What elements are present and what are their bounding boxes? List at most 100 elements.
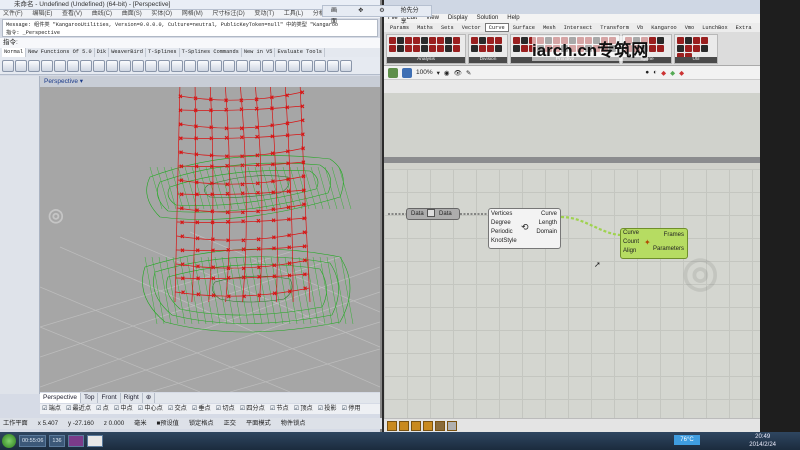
preview-shaded-icon[interactable]: ◆ — [661, 69, 666, 77]
gh-tab-transform[interactable]: Transform — [596, 23, 633, 32]
palette-component-icon[interactable] — [701, 45, 708, 52]
gh-tab-intersect[interactable]: Intersect — [560, 23, 597, 32]
help-icon[interactable] — [340, 59, 352, 72]
palette-component-icon[interactable] — [429, 45, 436, 52]
input-curve[interactable]: Curve — [623, 229, 639, 238]
menu-transform[interactable]: 变动(T) — [254, 11, 274, 17]
palette-component-icon[interactable] — [437, 45, 444, 52]
palette-component-icon[interactable] — [421, 37, 428, 44]
start-button-icon[interactable] — [2, 434, 16, 448]
osnap-knot[interactable]: 节点 — [270, 404, 288, 414]
tab-weaverbird[interactable]: WeaverBird — [109, 48, 146, 57]
new-icon[interactable] — [2, 59, 14, 72]
palette-component-icon[interactable] — [693, 37, 700, 44]
document-preview-icon[interactable]: ◆ — [679, 69, 684, 77]
tab-new-in-v5[interactable]: New in V5 — [242, 48, 276, 57]
material-icon[interactable] — [301, 59, 313, 72]
cplane-icon[interactable] — [236, 59, 248, 72]
palette-component-icon[interactable] — [405, 37, 412, 44]
recorder-gear-icon[interactable]: ⚙ — [371, 6, 392, 16]
output-parameters[interactable]: Parameters — [653, 245, 684, 254]
menu-file[interactable]: 文件(F) — [3, 11, 23, 17]
gh-tab-curve[interactable]: Curve — [484, 23, 509, 32]
control-polygon-component[interactable]: Vertices Degree Periodic KnotStyle ⟲ Cur… — [488, 208, 561, 249]
grasshopper-canvas[interactable]: Data Data Vertices Degree Periodic KnotS… — [384, 93, 760, 432]
menu-curve[interactable]: 曲线(C) — [92, 11, 112, 17]
output-curve[interactable]: Curve — [536, 210, 557, 219]
palette-component-icon[interactable] — [521, 45, 528, 52]
osnap-perpendicular[interactable]: 垂点 — [192, 404, 210, 414]
palette-component-icon[interactable] — [649, 45, 656, 52]
zoom-window-icon[interactable] — [171, 59, 183, 72]
status-planar[interactable]: 平面模式 — [246, 418, 271, 429]
osnap-vertex[interactable]: 顶点 — [294, 404, 312, 414]
sketch-icon[interactable]: ✎ — [466, 69, 471, 77]
menu-surface[interactable]: 曲面(S) — [122, 11, 142, 17]
palette-icons[interactable] — [469, 35, 507, 54]
system-clock[interactable]: 20:49 2014/2/24 — [749, 432, 776, 450]
print-icon[interactable] — [41, 59, 53, 72]
palette-icons[interactable] — [387, 35, 465, 54]
undo-icon[interactable] — [106, 59, 118, 72]
menu-edit[interactable]: 编辑(E) — [32, 11, 52, 17]
gh-tab-extra[interactable]: Extra — [732, 23, 756, 32]
input-periodic[interactable]: Periodic — [491, 228, 517, 237]
zoom-dropdown-icon[interactable]: ▾ — [437, 69, 440, 77]
menu-solid[interactable]: 实体(O) — [151, 11, 172, 17]
output-domain[interactable]: Domain — [536, 228, 557, 237]
menu-view[interactable]: 查看(V) — [62, 11, 82, 17]
osnap-point[interactable]: 点 — [96, 404, 109, 414]
tab-tsplines[interactable]: T-Splines — [146, 48, 180, 57]
osnap-center[interactable]: 中心点 — [138, 404, 163, 414]
osnap-mid[interactable]: 中点 — [114, 404, 132, 414]
palette-component-icon[interactable] — [445, 37, 452, 44]
palette-component-icon[interactable] — [521, 37, 528, 44]
4view-icon[interactable] — [210, 59, 222, 72]
viewport-menu-arrow-icon[interactable]: ▾ — [80, 78, 83, 85]
osnap-intersection[interactable]: 交点 — [168, 404, 186, 414]
recorder-move-icon[interactable]: ✥ — [350, 6, 371, 16]
palette-component-icon[interactable] — [429, 37, 436, 44]
gh-tab-vmo[interactable]: Vmo — [681, 23, 699, 32]
taskbar-timer[interactable]: 00:55:06 — [19, 435, 47, 447]
menu-dimension[interactable]: 尺寸标注(D) — [212, 11, 244, 17]
palette-component-icon[interactable] — [513, 37, 520, 44]
properties-icon[interactable] — [262, 59, 274, 72]
gh-menu-solution[interactable]: Solution — [477, 14, 499, 23]
rotate-icon[interactable] — [145, 59, 157, 72]
palette-component-icon[interactable] — [479, 45, 486, 52]
gh-tab-surface[interactable]: Surface — [509, 23, 539, 32]
open-icon[interactable] — [15, 59, 27, 72]
tab-dik[interactable]: Dik — [95, 48, 110, 57]
recorder-label[interactable]: 画面 — [323, 6, 350, 25]
palette-component-icon[interactable] — [421, 45, 428, 52]
light-icon[interactable] — [288, 59, 300, 72]
palette-component-icon[interactable] — [453, 45, 460, 52]
viewport-tab-right[interactable]: Right — [121, 393, 143, 403]
zoom-selected-icon[interactable] — [197, 59, 209, 72]
palette-component-icon[interactable] — [397, 45, 404, 52]
osnap-quad[interactable]: 四分点 — [240, 404, 265, 414]
eye-icon[interactable]: 👁 — [454, 69, 462, 77]
save-icon[interactable] — [28, 59, 40, 72]
curve-frames-component[interactable]: Curve Count Align ✦ Frames Parameters — [620, 228, 688, 259]
bottom-tool-icon[interactable] — [447, 420, 457, 431]
palette-component-icon[interactable] — [413, 37, 420, 44]
palette-component-icon[interactable] — [693, 45, 700, 52]
input-degree[interactable]: Degree — [491, 219, 517, 228]
perspective-viewport[interactable]: × × × × × × × × × × × × × × × × × × × × × × × × × × × × × × × × × × × × × × × ×… — [40, 87, 380, 392]
palette-component-icon[interactable] — [471, 45, 478, 52]
palette-component-icon[interactable] — [701, 37, 708, 44]
palette-component-icon[interactable] — [513, 45, 520, 52]
menu-mesh[interactable]: 网格(M) — [182, 11, 203, 17]
status-ortho[interactable]: 正交 — [224, 418, 236, 429]
palette-component-icon[interactable] — [685, 45, 692, 52]
tab-normal[interactable]: Normal — [2, 48, 27, 57]
bottom-tool-icon[interactable] — [387, 420, 397, 431]
preview-off-icon[interactable]: ● — [645, 69, 649, 76]
palette-component-icon[interactable] — [487, 45, 494, 52]
preview-wire-icon[interactable]: ◐ — [653, 69, 657, 76]
gh-tab-params[interactable]: Params — [386, 23, 413, 32]
osnap-project[interactable]: 投影 — [318, 404, 336, 414]
gh-tab-sets[interactable]: Sets — [437, 23, 458, 32]
